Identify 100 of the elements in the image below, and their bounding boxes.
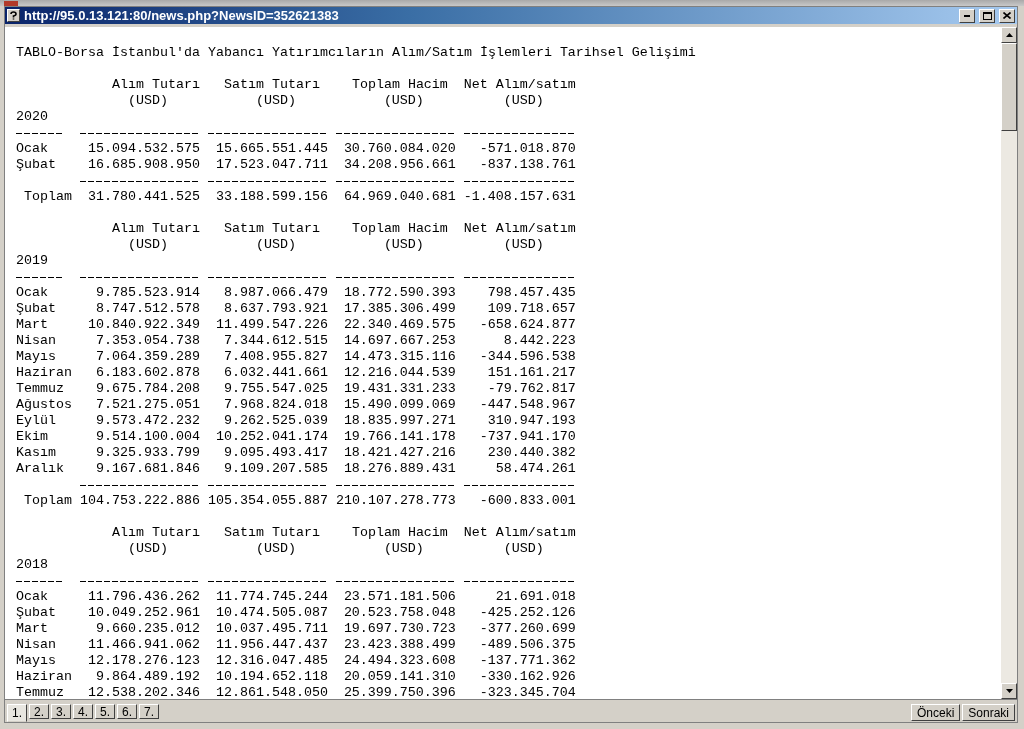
column-unit: (USD): [382, 237, 425, 253]
table-cell-text: 151.161.217: [486, 365, 576, 381]
close-icon: [1003, 12, 1011, 19]
table-cell-text: 20.523.758.048: [342, 605, 456, 621]
table-cell-text: 12.316.047.485: [214, 653, 328, 669]
table-cell-text: -344.596.538: [478, 349, 576, 365]
table-cell-text: -79.762.817: [486, 381, 576, 397]
table-cell-text: 230.440.382: [486, 445, 576, 461]
table-cell-text: -323.345.704: [478, 685, 576, 699]
table-cell-text: 18.772.590.393: [342, 285, 456, 301]
table-cell-text: 9.167.681.846: [94, 461, 200, 477]
page-tab[interactable]: 5.: [95, 704, 116, 719]
month-label: Ağustos: [16, 397, 73, 413]
total-cell-text: 31.780.441.525: [86, 189, 200, 205]
scroll-down-button[interactable]: [1001, 683, 1017, 699]
year-label: 2018: [16, 557, 48, 573]
total-label: Toplam: [23, 493, 73, 509]
table-cell-text: 109.718.657: [486, 301, 576, 317]
table-cell-text: 798.457.435: [486, 285, 576, 301]
page-tab[interactable]: 4.: [73, 704, 94, 719]
table-cell-text: 9.675.784.208: [94, 381, 200, 397]
column-header: Alım Tutarı: [110, 221, 200, 237]
table-cell-text: 9.573.472.232: [94, 413, 200, 429]
scroll-thumb[interactable]: [1001, 43, 1017, 131]
page-tab[interactable]: 2.: [29, 704, 50, 719]
month-label: Şubat: [16, 301, 57, 317]
table-cell-text: -377.260.699: [478, 621, 576, 637]
table-cell-text: 9.095.493.417: [222, 445, 328, 461]
help-button[interactable]: [7, 9, 20, 22]
month-label: Haziran: [16, 365, 73, 381]
table-cell-text: 30.760.084.020: [342, 141, 456, 157]
table-cell-text: 25.399.750.396: [342, 685, 456, 699]
table-cell-text: 9.109.207.585: [222, 461, 328, 477]
month-label: Temmuz: [16, 381, 65, 397]
scroll-up-button[interactable]: [1001, 27, 1017, 43]
table-cell-text: 10.049.252.961: [86, 605, 200, 621]
table-cell-text: 11.796.436.262: [86, 589, 200, 605]
table-cell-text: 11.774.745.244: [214, 589, 328, 605]
column-unit: (USD): [382, 541, 425, 557]
total-label: Toplam: [23, 189, 73, 205]
month-label: Temmuz: [16, 685, 65, 699]
table-cell-text: 12.861.548.050: [214, 685, 328, 699]
table-cell-text: 9.514.100.004: [94, 429, 200, 445]
table-cell-text: 16.685.908.950: [86, 157, 200, 173]
table-cell-text: 17.385.306.499: [342, 301, 456, 317]
table-cell-text: 15.665.551.445: [214, 141, 328, 157]
total-cell: 104.753.222.886: [80, 493, 200, 509]
table-cell-text: 9.755.547.025: [222, 381, 328, 397]
table-cell-text: -737.941.170: [478, 429, 576, 445]
month-label: Şubat: [16, 605, 57, 621]
column-header: Net Alım/satım: [463, 525, 576, 541]
table-cell-text: 23.423.388.499: [342, 637, 456, 653]
table-cell-text: 14.697.667.253: [342, 333, 456, 349]
column-header: Alım Tutarı: [110, 77, 200, 93]
column-header: Satım Tutarı: [222, 221, 321, 237]
table-cell-text: -425.252.126: [478, 605, 576, 621]
table-cell-text: 18.835.997.271: [342, 413, 456, 429]
table-cell-text: 34.208.956.661: [342, 157, 456, 173]
table-cell-text: 7.353.054.738: [94, 333, 200, 349]
table-cell-text: 7.521.275.051: [94, 397, 200, 413]
total-cell: 105.354.055.887: [207, 493, 328, 509]
table-cell-text: 11.956.447.437: [214, 637, 328, 653]
page-tab[interactable]: 1.: [7, 704, 27, 722]
column-header: Toplam Hacim: [350, 221, 449, 237]
table-cell-text: 9.785.523.914: [94, 285, 200, 301]
table-cell-text: 20.059.141.310: [342, 669, 456, 685]
page-tab[interactable]: 6.: [117, 704, 138, 719]
caret-up-icon: [1005, 33, 1013, 37]
minimize-icon: [964, 14, 970, 17]
table-cell-text: 11.466.941.062: [86, 637, 200, 653]
table-cell-text: -658.624.877: [478, 317, 576, 333]
month-label: Şubat: [16, 157, 57, 173]
table-cell-text: 310.947.193: [486, 413, 576, 429]
page-button[interactable]: Önceki: [910, 704, 961, 721]
question-mark-icon: [10, 11, 17, 20]
table-cell-text: 24.494.323.608: [342, 653, 456, 669]
year-label: 2019: [16, 253, 48, 269]
page-button[interactable]: Sonraki: [962, 704, 1015, 721]
maximize-icon: [982, 11, 992, 20]
table-cell-text: 15.490.099.069: [342, 397, 456, 413]
table-cell-text: 14.473.315.116: [342, 349, 456, 365]
column-header: Toplam Hacim: [350, 77, 449, 93]
maximize-button[interactable]: [979, 8, 995, 23]
month-label: Kasım: [16, 445, 57, 461]
table-cell-text: 8.747.512.578: [94, 301, 200, 317]
table-cell-text: 10.252.041.174: [214, 429, 328, 445]
column-unit: (USD): [254, 541, 297, 557]
window-title: http://95.0.13.121:80/news.php?NewsID=352621383: [24, 8, 340, 23]
month-label: Nisan: [16, 637, 57, 653]
table-cell-text: -571.018.870: [478, 141, 576, 157]
close-button[interactable]: [999, 8, 1015, 23]
page-tab[interactable]: 7.: [139, 704, 160, 719]
month-label: Nisan: [16, 333, 57, 349]
page-tab[interactable]: 3.: [51, 704, 72, 719]
minimize-button[interactable]: [959, 8, 975, 23]
total-cell-text: 64.969.040.681: [342, 189, 456, 205]
month-label: Mayıs: [16, 653, 57, 669]
column-unit: (USD): [502, 541, 545, 557]
table-cell-text: -837.138.761: [478, 157, 576, 173]
table-cell-text: 19.766.141.178: [342, 429, 456, 445]
